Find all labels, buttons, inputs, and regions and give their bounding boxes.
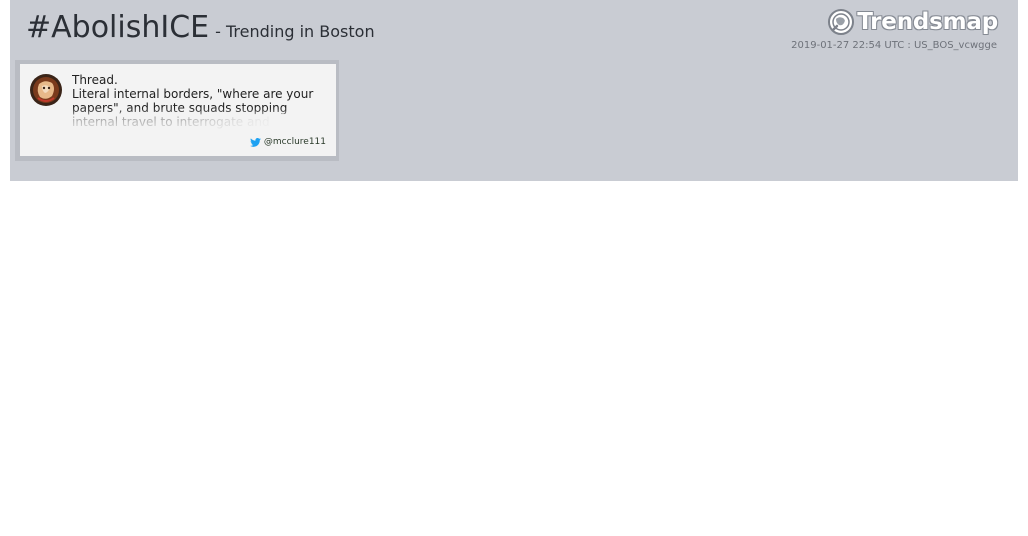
tweet-line: Thread. — [72, 73, 118, 87]
trendsmap-logo-icon — [828, 9, 855, 35]
trendsmap-wordmark: Trendsmap — [857, 9, 998, 35]
tweet-text: Thread. Literal internal borders, "where… — [72, 73, 322, 130]
tweet-line: Literal internal borders, "where are you… — [72, 87, 314, 101]
avatar[interactable] — [30, 74, 62, 106]
avatar-image — [30, 74, 62, 106]
twitter-bird-icon — [250, 137, 261, 147]
trending-location: - Trending in Boston — [215, 22, 375, 41]
twitter-handle: @mcclure111 — [263, 137, 326, 147]
title-row: #AbolishICE - Trending in Boston — [26, 10, 375, 45]
tweet-line: internal travel to interrogate and — [72, 115, 270, 129]
trendsmap-logo[interactable]: Trendsmap — [827, 6, 998, 38]
timestamp-location-id: 2019-01-27 22:54 UTC : US_BOS_vcwgge — [791, 40, 997, 51]
tweet-card[interactable]: Thread. Literal internal borders, "where… — [20, 64, 336, 156]
tweet-author[interactable]: @mcclure111 — [250, 137, 326, 147]
hashtag-title[interactable]: #AbolishICE — [26, 10, 209, 45]
tweet-line: papers", and brute squads stopping — [72, 101, 288, 115]
